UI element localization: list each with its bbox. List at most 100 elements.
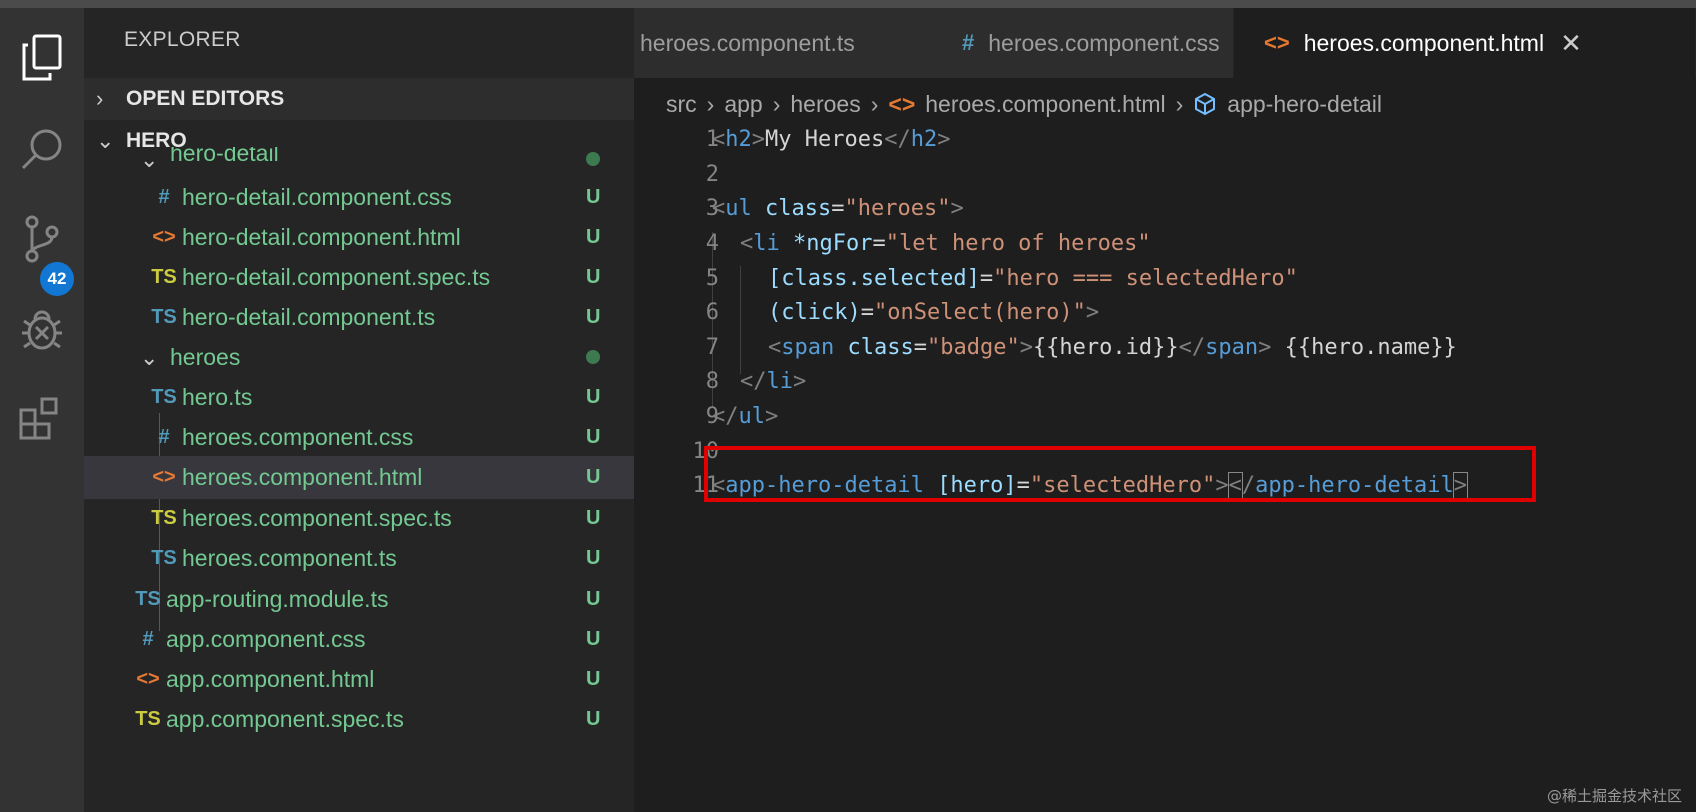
code-line-7[interactable]: 7 <span class="badge">{{hero.id}}</span>… <box>634 329 1696 365</box>
line-number: 4 <box>705 230 719 256</box>
tree-item-heroes-html-selected[interactable]: <> heroes.component.html U <box>84 456 634 499</box>
open-editors-section[interactable]: › OPEN EDITORS <box>84 78 634 120</box>
token-bracket: > <box>1085 299 1100 325</box>
extensions-icon[interactable] <box>0 384 84 454</box>
code-line-9[interactable]: 9 </ul> <box>634 398 1696 434</box>
breadcrumb-item[interactable]: app <box>724 91 762 118</box>
line-number: 1 <box>705 126 719 152</box>
tree-item-label: hero-detail <box>170 147 279 166</box>
token-tag: h2 <box>725 126 752 152</box>
token-bracket: > <box>1258 334 1272 360</box>
tree-item-hero-detail-html[interactable]: <> hero-detail.component.html U <box>84 216 634 259</box>
tree-item-hero-detail-ts[interactable]: TS hero-detail.component.ts U <box>84 296 634 339</box>
breadcrumb: src › app › heroes › <> heroes.component… <box>666 86 1382 122</box>
tree-item-hero-detail-spec[interactable]: TS hero-detail.component.spec.ts U <box>84 256 634 299</box>
tree-item-label: heroes <box>170 344 241 370</box>
tree-folder-heroes[interactable]: ⌄ heroes <box>84 336 634 379</box>
token-text: {{hero.id}} <box>1032 334 1179 360</box>
line-number: 8 <box>705 368 719 394</box>
token-bracket: </ <box>712 403 739 429</box>
tree-item-label: hero-detail.component.ts <box>182 304 436 330</box>
token-attr: [class.selected] <box>768 265 980 291</box>
html-file-icon: <> <box>152 226 176 248</box>
tab-heroes-component-html[interactable]: <> heroes.component.html ✕ <box>1234 8 1696 78</box>
css-file-icon: # <box>142 628 154 650</box>
search-icon[interactable] <box>0 114 84 184</box>
window-top-strip <box>0 0 1696 8</box>
code-line-2[interactable]: 2 <box>634 156 1696 192</box>
token-bracket: < <box>712 126 726 152</box>
tree-item-label: heroes.component.spec.ts <box>182 505 452 531</box>
modified-dot <box>586 152 600 166</box>
token-value: "badge" <box>926 334 1020 360</box>
breadcrumb-item[interactable]: app-hero-detail <box>1227 91 1382 118</box>
chevron-right-icon: › <box>1175 90 1184 117</box>
token-bracket: > <box>937 126 951 152</box>
tree-item-label: hero-detail.component.html <box>182 224 461 250</box>
token-tag: ul <box>738 403 766 429</box>
tab-heroes-component-css[interactable]: # heroes.component.css <box>932 8 1234 78</box>
token-tag: li <box>753 230 780 256</box>
tree-item-heroes-spec[interactable]: TS heroes.component.spec.ts U <box>84 497 634 540</box>
token-bracket: < <box>740 230 754 256</box>
source-control-badge: 42 <box>38 260 76 298</box>
html-file-icon: <> <box>888 90 916 117</box>
debug-icon[interactable] <box>0 294 84 364</box>
breadcrumb-item[interactable]: src <box>666 91 697 118</box>
ts-file-icon: TS <box>151 306 177 328</box>
token-attr: (click) <box>768 299 861 325</box>
token-tag: h2 <box>910 126 938 152</box>
code-line-4[interactable]: 4 <li *ngFor="let hero of heroes" <box>634 225 1696 261</box>
tree-folder-hero-detail[interactable]: ⌄ hero-detail <box>84 147 634 173</box>
code-line-5[interactable]: 5 [class.selected]="hero === selectedHer… <box>634 260 1696 296</box>
status-untracked: U <box>586 186 601 208</box>
tree-item-hero-detail-css[interactable]: # hero-detail.component.css U <box>84 176 634 219</box>
code-text: [class.selected]="hero === selectedHero" <box>768 266 1298 291</box>
tree-item-app-routing[interactable]: TS app-routing.module.ts U <box>84 578 634 621</box>
token-bracket: </ <box>884 126 911 152</box>
breadcrumb-item[interactable]: heroes <box>790 91 860 118</box>
symbol-cube-icon <box>1193 92 1217 116</box>
token-eq: = <box>831 195 845 221</box>
html-file-icon: <> <box>136 668 160 690</box>
status-untracked: U <box>586 708 601 730</box>
ts-spec-file-icon: TS <box>151 266 177 288</box>
tree-item-heroes-ts[interactable]: TS heroes.component.ts U <box>84 537 634 580</box>
tree-item-app-spec[interactable]: TS app.component.spec.ts U <box>84 698 634 741</box>
source-control-icon[interactable] <box>0 204 84 274</box>
chevron-right-icon: › <box>772 90 781 117</box>
tab-heroes-component-ts[interactable]: heroes.component.ts <box>634 8 939 78</box>
token-value: "heroes" <box>844 195 951 221</box>
chevron-right-icon: › <box>870 90 879 117</box>
tree-item-heroes-css[interactable]: # heroes.component.css U <box>84 416 634 459</box>
code-line-8[interactable]: 8 </li> <box>634 363 1696 399</box>
breadcrumb-item[interactable]: heroes.component.html <box>925 91 1165 118</box>
status-untracked: U <box>586 226 601 248</box>
token-value: "let hero of heroes" <box>885 230 1151 256</box>
code-text: <span class="badge">{{hero.id}}</span> {… <box>768 335 1457 360</box>
token-tag: span <box>781 334 835 360</box>
token-attr: class <box>847 334 914 360</box>
tree-item-app-css[interactable]: # app.component.css U <box>84 618 634 661</box>
tree-item-label: heroes.component.ts <box>182 545 397 571</box>
code-text: <li *ngFor="let hero of heroes" <box>740 231 1151 256</box>
code-line-1[interactable]: 1 <h2>My Heroes</h2> <box>634 121 1696 157</box>
tree-item-app-html[interactable]: <> app.component.html U <box>84 658 634 701</box>
status-untracked: U <box>586 426 601 448</box>
activity-bar: 42 <box>0 8 84 812</box>
status-untracked: U <box>586 266 601 288</box>
explorer-files-icon[interactable] <box>0 23 84 93</box>
token-tag: li <box>766 368 794 394</box>
line-number: 5 <box>705 265 719 291</box>
ts-file-icon: TS <box>151 386 177 408</box>
close-icon[interactable]: ✕ <box>1560 28 1582 59</box>
token-attr: class <box>765 195 832 221</box>
code-line-3[interactable]: 3 <ul class="heroes"> <box>634 190 1696 226</box>
token-bracket: > <box>950 195 964 221</box>
token-text: My Heroes <box>765 126 885 152</box>
tree-item-hero-ts[interactable]: TS hero.ts U <box>84 376 634 419</box>
token-eq: = <box>979 265 994 291</box>
ts-spec-file-icon: TS <box>151 507 177 529</box>
code-line-6[interactable]: 6 (click)="onSelect(hero)"> <box>634 294 1696 330</box>
token-tag: ul <box>725 195 752 221</box>
